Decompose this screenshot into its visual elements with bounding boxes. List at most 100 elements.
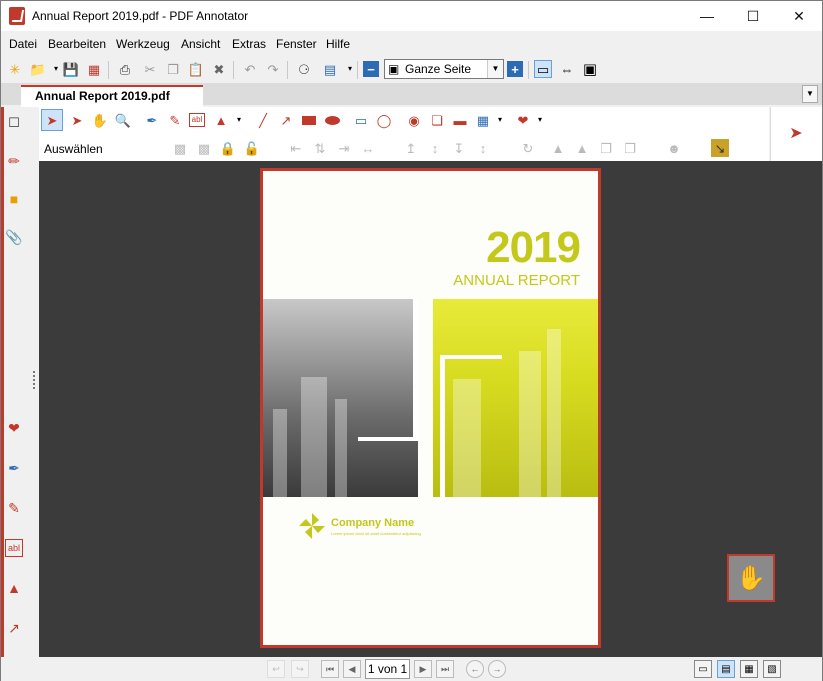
delete-icon[interactable]: ✖ xyxy=(210,60,228,78)
note-icon[interactable]: ■ xyxy=(5,190,23,208)
align-top-icon[interactable]: ↥ xyxy=(402,139,420,157)
favorites-dropdown-icon[interactable]: ▾ xyxy=(531,111,549,129)
marker-icon[interactable]: ✏ xyxy=(5,152,23,170)
building-shape xyxy=(335,399,347,497)
menu-datei[interactable]: Datei xyxy=(9,37,37,51)
ungroup-icon[interactable]: ▩ xyxy=(195,139,213,157)
unlock-icon[interactable]: 🔓 xyxy=(243,139,261,157)
undo-icon[interactable]: ↶ xyxy=(241,60,259,78)
history-forward-icon[interactable]: → xyxy=(488,660,506,678)
align-middle-icon[interactable]: ↕ xyxy=(426,139,444,157)
zoom-in-icon[interactable]: + xyxy=(507,61,523,77)
zoom-out-icon[interactable]: − xyxy=(363,61,379,77)
menu-werkzeug[interactable]: Werkzeug xyxy=(116,37,170,51)
eraser-tool-icon[interactable]: ▭ xyxy=(352,111,370,129)
pen-icon[interactable]: ✒ xyxy=(5,459,23,477)
align-bottom-icon[interactable]: ↧ xyxy=(450,139,468,157)
minimize-button[interactable]: — xyxy=(684,1,730,31)
fit-width-icon[interactable]: ⇔ xyxy=(558,60,576,78)
stamp-icon[interactable]: ▲ xyxy=(5,579,23,597)
lasso-tool-icon[interactable]: ◯ xyxy=(375,111,393,129)
close-button[interactable]: ✕ xyxy=(776,1,822,31)
stamp-dropdown-icon[interactable]: ▾ xyxy=(230,111,248,129)
camera-tool-icon[interactable]: ◉ xyxy=(405,111,423,129)
text-tool-icon[interactable]: abl xyxy=(189,113,205,127)
distribute-vertical-icon[interactable]: ↕ xyxy=(474,139,492,157)
align-center-icon[interactable]: ⇅ xyxy=(311,139,329,157)
flip-vertical-icon[interactable]: ▲ xyxy=(573,139,591,157)
resize-grip[interactable] xyxy=(33,371,36,389)
open-folder-icon[interactable]: 📁 xyxy=(29,60,47,78)
pen-tool-icon[interactable]: ✒ xyxy=(143,111,161,129)
view-facing-continuous-icon[interactable]: ▧ xyxy=(763,660,781,678)
new-document-icon[interactable]: ✳ xyxy=(6,60,24,78)
arrow-icon[interactable]: ↗ xyxy=(5,619,23,637)
single-page-view-icon[interactable]: ▭ xyxy=(534,60,552,78)
pdf-page[interactable]: 2019 ANNUAL REPORT Company Name Lorem ip… xyxy=(263,171,598,645)
copy-icon[interactable]: ❐ xyxy=(164,60,182,78)
maximize-button[interactable]: ☐ xyxy=(730,1,776,31)
align-right-icon[interactable]: ⇥ xyxy=(335,139,353,157)
flip-horizontal-icon[interactable]: ▲ xyxy=(549,139,567,157)
zoom-tool-icon[interactable]: 🔍 xyxy=(114,111,132,129)
paste-icon[interactable]: 📋 xyxy=(187,60,205,78)
view-facing-icon[interactable]: ▦ xyxy=(740,660,758,678)
align-left-icon[interactable]: ⇤ xyxy=(287,139,305,157)
forward-page-icon[interactable]: ↪ xyxy=(291,660,309,678)
marker-tool-icon[interactable]: ✎ xyxy=(166,111,184,129)
menu-ansicht[interactable]: Ansicht xyxy=(181,37,220,51)
save-icon[interactable]: 💾 xyxy=(62,60,80,78)
menu-fenster[interactable]: Fenster xyxy=(276,37,317,51)
menu-hilfe[interactable]: Hilfe xyxy=(326,37,350,51)
insert-image-dropdown-icon[interactable]: ▾ xyxy=(491,111,509,129)
page-number-input[interactable]: 1 von 1 xyxy=(365,659,410,679)
fullscreen-icon[interactable]: ▣ xyxy=(581,60,599,78)
menu-extras[interactable]: Extras xyxy=(232,37,266,51)
hand-tool-icon[interactable]: ✋ xyxy=(91,111,109,129)
view-single-page-icon[interactable]: ▭ xyxy=(694,660,712,678)
last-page-icon[interactable]: ⏭ xyxy=(436,660,454,678)
page-settings-icon[interactable]: ▤ xyxy=(321,60,339,78)
attachment-icon[interactable]: 📎 xyxy=(5,228,23,246)
print-icon[interactable]: ⎙ xyxy=(116,60,134,78)
highlighter-icon[interactable]: ✎ xyxy=(5,499,23,517)
page-thumbnail-icon[interactable]: ☐ xyxy=(5,114,23,132)
send-backward-icon[interactable]: ❐ xyxy=(621,139,639,157)
crop-tool-icon[interactable]: ❏ xyxy=(428,111,446,129)
hand-tool-floating-button[interactable]: ✋ xyxy=(727,554,775,602)
menu-bearbeiten[interactable]: Bearbeiten xyxy=(48,37,106,51)
text-box-icon[interactable]: abl xyxy=(5,539,23,557)
chevron-down-icon[interactable]: ▼ xyxy=(487,60,503,78)
group-icon[interactable]: ▩ xyxy=(171,139,189,157)
line-tool-icon[interactable]: ╱ xyxy=(254,111,272,129)
rectangle-tool-icon[interactable] xyxy=(300,111,318,129)
view-continuous-icon[interactable]: ▤ xyxy=(717,660,735,678)
tab-list-dropdown-icon[interactable]: ▼ xyxy=(802,85,818,103)
lock-icon[interactable]: 🔒 xyxy=(219,139,237,157)
ellipse-tool-icon[interactable] xyxy=(323,111,341,129)
resize-handle-icon[interactable]: ↘ xyxy=(711,139,729,157)
previous-page-icon[interactable]: ◀ xyxy=(343,660,361,678)
stamp-tool-icon[interactable]: ▲ xyxy=(212,111,230,129)
arrow-tool-icon[interactable]: ↗ xyxy=(277,111,295,129)
cut-icon[interactable]: ✂ xyxy=(141,60,159,78)
favorites-heart-icon[interactable]: ❤ xyxy=(5,419,23,437)
favorites-heart-icon[interactable]: ❤ xyxy=(514,111,532,129)
redo-icon[interactable]: ↷ xyxy=(264,60,282,78)
history-back-icon[interactable]: ← xyxy=(466,660,484,678)
ruler-tool-icon[interactable]: ▬ xyxy=(451,111,469,129)
insert-image-icon[interactable]: ▦ xyxy=(474,111,492,129)
bring-forward-icon[interactable]: ❐ xyxy=(597,139,615,157)
tab-document[interactable]: Annual Report 2019.pdf xyxy=(21,85,203,107)
distribute-horizontal-icon[interactable]: ↔ xyxy=(359,139,377,157)
back-page-icon[interactable]: ↩ xyxy=(267,660,285,678)
save-as-icon[interactable]: ▦ xyxy=(85,60,103,78)
find-binoculars-icon[interactable]: ⚆ xyxy=(295,60,313,78)
add-user-icon[interactable]: ☻ xyxy=(665,139,683,157)
first-page-icon[interactable]: ⏮ xyxy=(321,660,339,678)
select-text-icon[interactable]: ➤ xyxy=(68,111,86,129)
tab-label: Annual Report 2019.pdf xyxy=(35,89,170,103)
rotate-icon[interactable]: ↻ xyxy=(519,139,537,157)
next-page-icon[interactable]: ▶ xyxy=(414,660,432,678)
zoom-select[interactable]: ▣ Ganze Seite ▼ xyxy=(384,59,504,79)
